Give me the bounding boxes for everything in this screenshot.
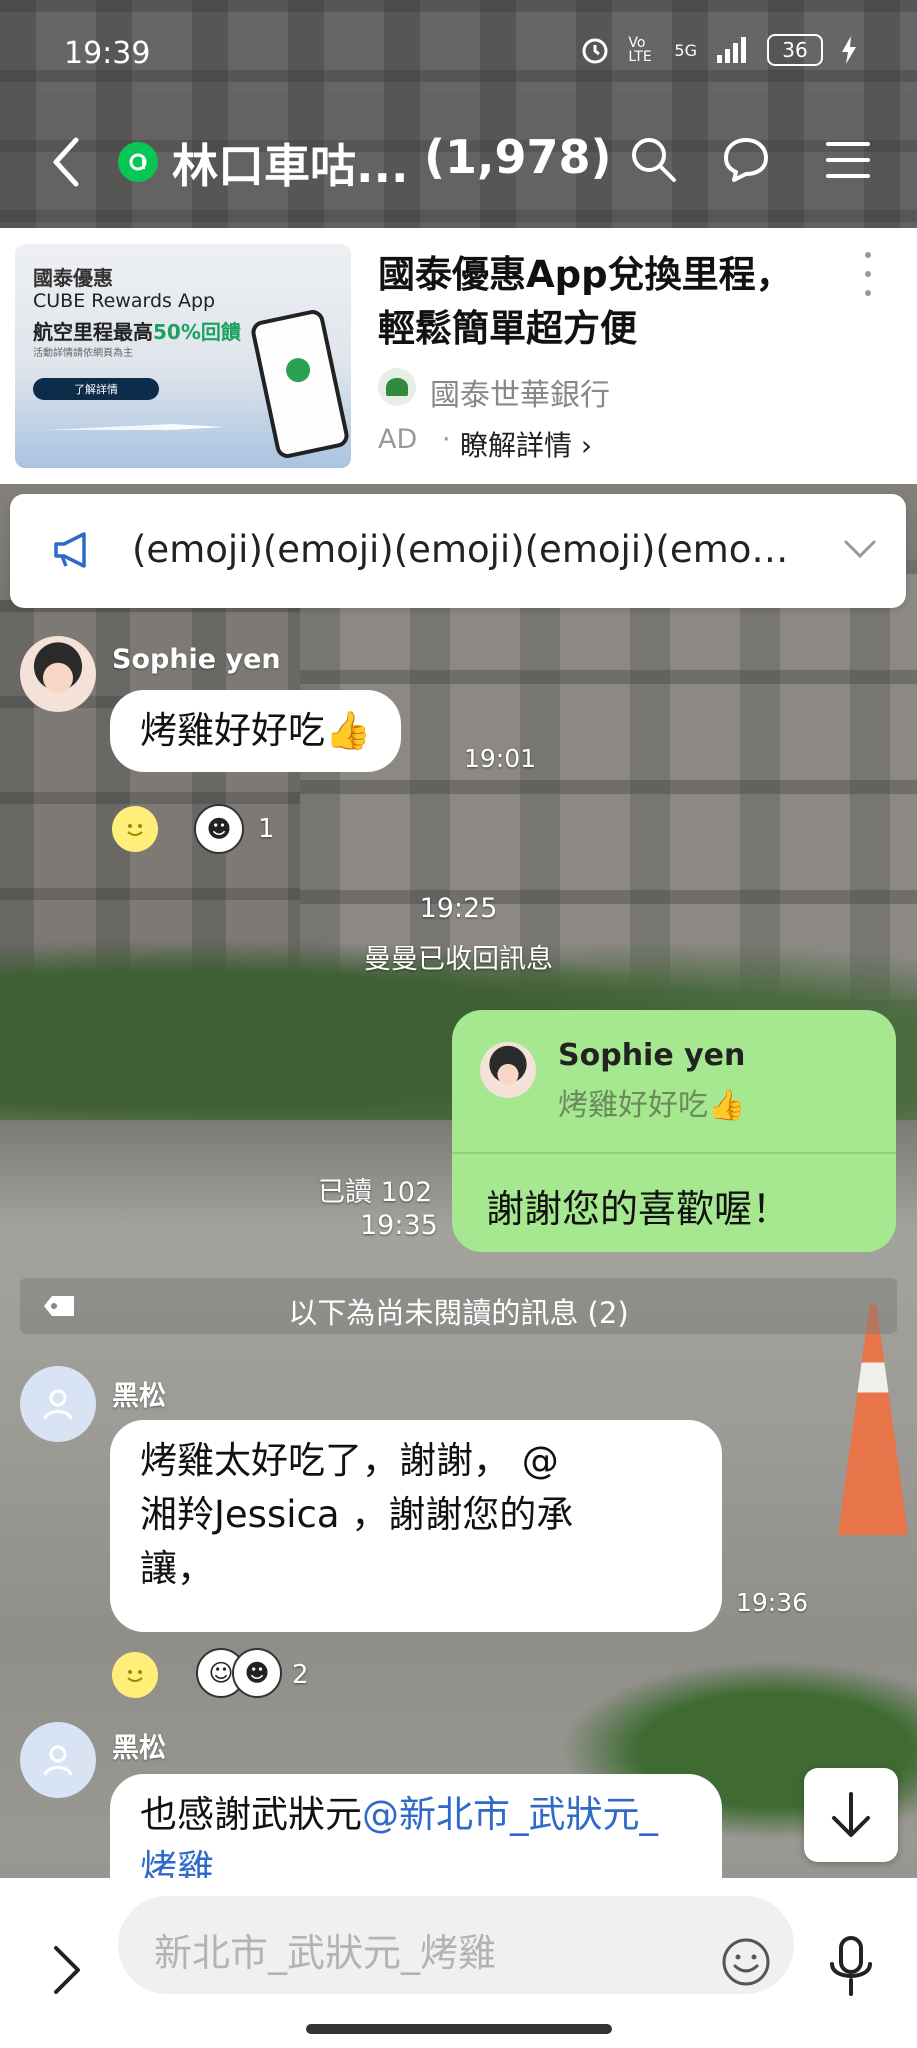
unread-divider: 以下為尚未閱讀的訊息 (2) bbox=[20, 1278, 897, 1334]
chevron-down-icon[interactable] bbox=[840, 534, 880, 564]
megaphone-icon bbox=[54, 532, 86, 568]
emoji-icon[interactable] bbox=[720, 1936, 772, 1988]
input-placeholder: 新北市_武狀元_烤雞 bbox=[154, 1931, 497, 1975]
arrow-down-icon bbox=[832, 1792, 870, 1837]
announcement-text: (emoji)(emoji)(emoji)(emoji)(emoji)(emoj… bbox=[132, 528, 792, 571]
sender-name: Sophie yen bbox=[112, 644, 281, 675]
input-bar: 新北市_武狀元_烤雞 bbox=[0, 1878, 917, 2048]
network-icon: 5G bbox=[674, 40, 697, 60]
message-time: 19:36 bbox=[736, 1588, 809, 1617]
volte-icon: Vo LTE bbox=[628, 35, 652, 65]
add-reaction-icon[interactable] bbox=[112, 806, 158, 852]
bank-logo-icon bbox=[378, 368, 416, 406]
ad-banner[interactable]: 國泰優惠 CUBE Rewards App 航空里程最高50%回饋 活動詳情請依… bbox=[0, 228, 917, 484]
avatar[interactable] bbox=[20, 1366, 96, 1442]
reaction-count: 2 bbox=[292, 1660, 309, 1690]
menu-icon[interactable] bbox=[820, 132, 876, 188]
reply-sender-name: Sophie yen bbox=[558, 1038, 746, 1073]
battery-icon: 36 bbox=[767, 34, 823, 66]
reaction-sticker-icon[interactable]: ☻ bbox=[232, 1648, 282, 1698]
message-line: 烤雞太好吃了，謝謝， @ bbox=[140, 1439, 559, 1482]
reply-avatar bbox=[480, 1042, 536, 1098]
message-input[interactable]: 新北市_武狀元_烤雞 bbox=[118, 1896, 794, 1994]
back-icon[interactable] bbox=[46, 134, 86, 190]
phone-illustration bbox=[249, 307, 351, 461]
sender-name: 黑松 bbox=[112, 1733, 166, 1764]
ad-image-disclaimer: 活動詳情請依網頁為主 bbox=[33, 348, 133, 359]
avatar[interactable] bbox=[20, 1722, 96, 1798]
chat-bubbles-icon[interactable] bbox=[718, 132, 774, 188]
ad-image-brand: 國泰優惠 bbox=[33, 266, 113, 290]
background-traffic-cone bbox=[838, 1305, 908, 1535]
ad-image[interactable]: 國泰優惠 CUBE Rewards App 航空里程最高50%回饋 活動詳情請依… bbox=[15, 244, 351, 468]
search-icon[interactable] bbox=[626, 132, 682, 188]
member-count[interactable]: (1,978) bbox=[424, 130, 612, 184]
signal-icon bbox=[717, 37, 746, 63]
reaction-sticker-icon[interactable]: ☻ bbox=[194, 804, 244, 854]
home-indicator[interactable] bbox=[306, 2024, 612, 2034]
alarm-icon bbox=[582, 38, 608, 64]
person-icon bbox=[43, 1389, 73, 1420]
message-bubble[interactable]: 烤雞好好吃👍 bbox=[110, 690, 402, 772]
ad-label: AD bbox=[378, 424, 418, 455]
reaction-count: 1 bbox=[258, 814, 275, 844]
avatar[interactable] bbox=[20, 636, 96, 712]
reply-quoted-text: 烤雞好好吃👍 bbox=[558, 1088, 746, 1123]
chevron-right-icon[interactable] bbox=[46, 1940, 86, 2000]
message-text: 也感謝武狀元 bbox=[140, 1793, 362, 1836]
ad-separator: · bbox=[442, 424, 451, 455]
ad-sponsor: 國泰世華銀行 bbox=[430, 378, 610, 413]
scroll-to-bottom-button[interactable] bbox=[804, 1768, 898, 1862]
message-line: 湘羚Jessica ，謝謝您的承 bbox=[140, 1493, 574, 1536]
reply-divider bbox=[452, 1152, 896, 1154]
my-message-text: 謝謝您的喜歡喔！ bbox=[486, 1187, 791, 1231]
status-time: 19:39 bbox=[64, 36, 151, 71]
ad-learn-more-link[interactable]: 瞭解詳情 › bbox=[460, 424, 592, 464]
chat-title[interactable]: 林口車咕... bbox=[172, 130, 408, 196]
person-icon bbox=[43, 1745, 73, 1776]
ad-title[interactable]: 國泰優惠App兌換里程，輕鬆簡單超方便 bbox=[378, 248, 818, 356]
message-time: 19:35 bbox=[360, 1210, 438, 1241]
charging-icon bbox=[842, 36, 856, 64]
system-message: 曼曼已收回訊息 bbox=[364, 944, 553, 975]
add-reaction-icon[interactable] bbox=[112, 1652, 158, 1698]
read-receipt: 已讀 102 bbox=[318, 1177, 433, 1208]
airplane-illustration bbox=[45, 424, 225, 430]
ad-image-line1: CUBE Rewards App bbox=[33, 290, 216, 312]
message-time: 19:01 bbox=[464, 744, 537, 773]
chat-header: 林口車咕... (1,978) bbox=[0, 94, 917, 228]
status-bar: 19:39 Vo LTE 5G 36 bbox=[0, 0, 917, 94]
sender-name: 黑松 bbox=[112, 1381, 166, 1412]
status-icons: Vo LTE 5G 36 bbox=[580, 34, 857, 66]
message-bubble[interactable]: 烤雞太好吃了，謝謝， @ 湘羚Jessica ，謝謝您的承 讓， bbox=[110, 1420, 722, 1632]
ad-image-line2: 航空里程最高50%回饋 bbox=[33, 320, 241, 344]
line-group-badge-icon bbox=[118, 142, 158, 182]
my-message-bubble[interactable]: Sophie yen 烤雞好好吃👍 謝謝您的喜歡喔！ bbox=[452, 1010, 896, 1252]
announcement-bar[interactable]: (emoji)(emoji)(emoji)(emoji)(emoji)(emoj… bbox=[10, 494, 906, 608]
microphone-icon[interactable] bbox=[826, 1934, 876, 2000]
ad-image-cta: 了解詳情 bbox=[33, 378, 159, 400]
more-options-icon[interactable] bbox=[858, 252, 878, 296]
message-line: 讓， bbox=[140, 1547, 214, 1590]
unread-divider-text: 以下為尚未閱讀的訊息 (2) bbox=[288, 1296, 629, 1330]
system-time: 19:25 bbox=[419, 893, 498, 924]
